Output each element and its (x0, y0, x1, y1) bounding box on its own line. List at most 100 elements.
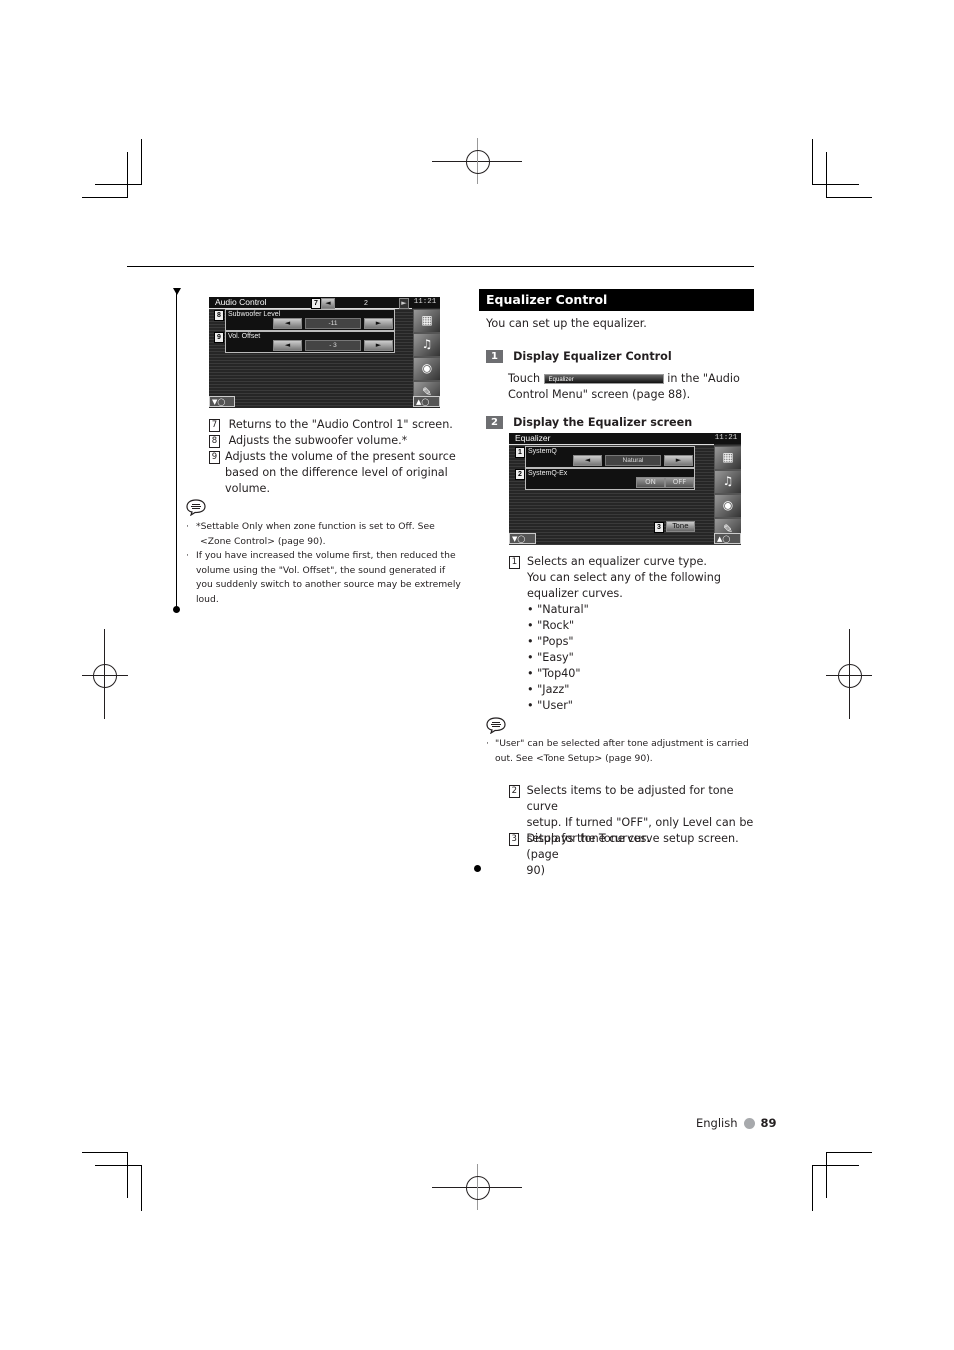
note-icon (486, 717, 506, 734)
crop-mark (826, 197, 872, 198)
list-item: 9 Adjusts the volume of the present sour… (209, 449, 459, 497)
page-prev-button[interactable]: ◄ (321, 298, 335, 309)
section-title: Equalizer Control (479, 289, 754, 311)
systemq-ex-row: SystemQ-Ex ON OFF (525, 468, 695, 490)
scroll-down-button[interactable]: ▼◯ (209, 396, 235, 407)
source-icon[interactable]: ♫ (714, 470, 741, 494)
flow-line (176, 292, 177, 609)
curve-option: • "Easy" (527, 651, 574, 664)
crop-mark (812, 1165, 813, 1211)
flow-arrow-icon (173, 288, 181, 295)
menu-icon[interactable]: ▦ (714, 446, 741, 470)
page-number: 89 (760, 1116, 777, 1130)
list-item: 7 Returns to the "Audio Control 1" scree… (209, 417, 459, 433)
item-1: 1 Selects an equalizer curve type. You c… (509, 554, 754, 714)
crop-mark (127, 152, 128, 198)
flow-end-dot (173, 606, 180, 613)
registration-circle (466, 1176, 490, 1200)
clock: 11:21 (410, 297, 440, 308)
note-bullet: · If you have increased the volume first… (186, 550, 461, 605)
source-icon[interactable]: ♫ (413, 333, 440, 357)
registration-circle (466, 150, 490, 174)
step-1-body: Touch Equalizer in the "Audio Control Me… (508, 372, 740, 401)
left-notes: · *Settable Only when zone function is s… (186, 520, 466, 607)
step-number: 1 (486, 350, 503, 363)
note-bullet: · *Settable Only when zone function is s… (186, 521, 435, 547)
flow-end-dot (474, 865, 481, 872)
crop-mark (141, 139, 142, 185)
step-1-heading: 1 Display Equalizer Control (486, 346, 672, 365)
increase-button[interactable]: ► (664, 455, 693, 466)
clock: 11:21 (711, 433, 741, 444)
callout-badge: 8 (214, 310, 224, 321)
systemq-row: SystemQ ◄ Natural ► (525, 446, 695, 468)
crop-mark (82, 197, 128, 198)
equalizer-screen: Equalizer 11:21 SystemQ ◄ Natural ► 1 Sy… (509, 433, 741, 545)
increase-button[interactable]: ► (364, 318, 393, 329)
curve-list: • "Natural" • "Rock" • "Pops" • "Easy" •… (527, 602, 721, 714)
crop-mark (95, 1165, 142, 1166)
crop-mark (95, 184, 142, 185)
increase-button[interactable]: ► (364, 340, 393, 351)
curve-option: • "Natural" (527, 603, 589, 616)
on-button[interactable]: ON (636, 477, 665, 488)
curve-option: • "User" (527, 699, 573, 712)
list-item: 8 Adjusts the subwoofer volume.* (209, 433, 459, 449)
step-number: 2 (486, 416, 503, 429)
crop-mark (826, 1152, 827, 1198)
speaker-icon[interactable]: ◉ (413, 357, 440, 381)
crop-mark (82, 1152, 128, 1153)
crop-mark (127, 1152, 128, 1198)
tone-button[interactable]: Tone (666, 521, 695, 532)
callout-badge: 2 (515, 469, 525, 480)
screen-title: Equalizer (509, 433, 714, 445)
page-footer: English 89 (696, 1115, 777, 1131)
crop-mark (826, 152, 827, 198)
row-label: Vol. Offset (228, 333, 261, 340)
decrease-button[interactable]: ◄ (573, 455, 602, 466)
registration-circle (93, 664, 117, 688)
vol-offset-row: Vol. Offset ◄ - 3 ► (225, 331, 395, 353)
item-3: 3 Displays the Tone curve setup screen. … (509, 831, 757, 879)
decrease-button[interactable]: ◄ (273, 318, 302, 329)
header-rule (127, 266, 754, 267)
curve-option: • "Jazz" (527, 683, 570, 696)
crop-mark (141, 1165, 142, 1211)
footer-dot-icon (743, 1117, 755, 1129)
right-note: · "User" can be selected after tone adju… (486, 738, 749, 764)
curve-option: • "Pops" (527, 635, 574, 648)
intro-text: You can set up the equalizer. (486, 317, 647, 330)
off-button[interactable]: OFF (665, 477, 694, 488)
decrease-button[interactable]: ◄ (273, 340, 302, 351)
callout-badge: 3 (654, 522, 664, 533)
scroll-up-button[interactable]: ▲◯ (413, 396, 440, 407)
scroll-down-button[interactable]: ▼◯ (509, 533, 536, 544)
callout-badge: 7 (311, 298, 321, 309)
systemq-value: Natural (605, 455, 661, 466)
curve-option: • "Rock" (527, 619, 575, 632)
left-item-list: 7 Returns to the "Audio Control 1" scree… (209, 417, 459, 497)
crop-mark (812, 139, 813, 185)
page-number: 2 (364, 300, 368, 307)
crop-mark (812, 184, 859, 185)
menu-icon[interactable]: ▦ (413, 309, 440, 333)
subwoofer-level-row: Subwoofer Level ◄ -11 ► (225, 309, 395, 331)
equalizer-button[interactable]: Equalizer (543, 374, 664, 384)
crop-mark (812, 1165, 859, 1166)
step-2-heading: 2 Display the Equalizer screen (486, 412, 692, 431)
audio-control-screen: Audio Control 7 ◄ 2 ► 11:21 Subwoofer Le… (209, 297, 440, 408)
row-label: SystemQ (528, 448, 557, 455)
page-next-button[interactable]: ► (399, 298, 409, 309)
crop-mark (826, 1152, 872, 1153)
curve-option: • "Top40" (527, 667, 581, 680)
row-value: -11 (305, 318, 361, 329)
language-label: English (696, 1116, 738, 1130)
callout-badge: 9 (214, 332, 224, 343)
speaker-icon[interactable]: ◉ (714, 494, 741, 518)
note-icon (186, 499, 206, 516)
registration-circle (838, 664, 862, 688)
scroll-up-button[interactable]: ▲◯ (714, 533, 741, 544)
row-value: - 3 (305, 340, 361, 351)
row-label: SystemQ-Ex (528, 470, 568, 477)
callout-badge: 1 (515, 447, 525, 458)
